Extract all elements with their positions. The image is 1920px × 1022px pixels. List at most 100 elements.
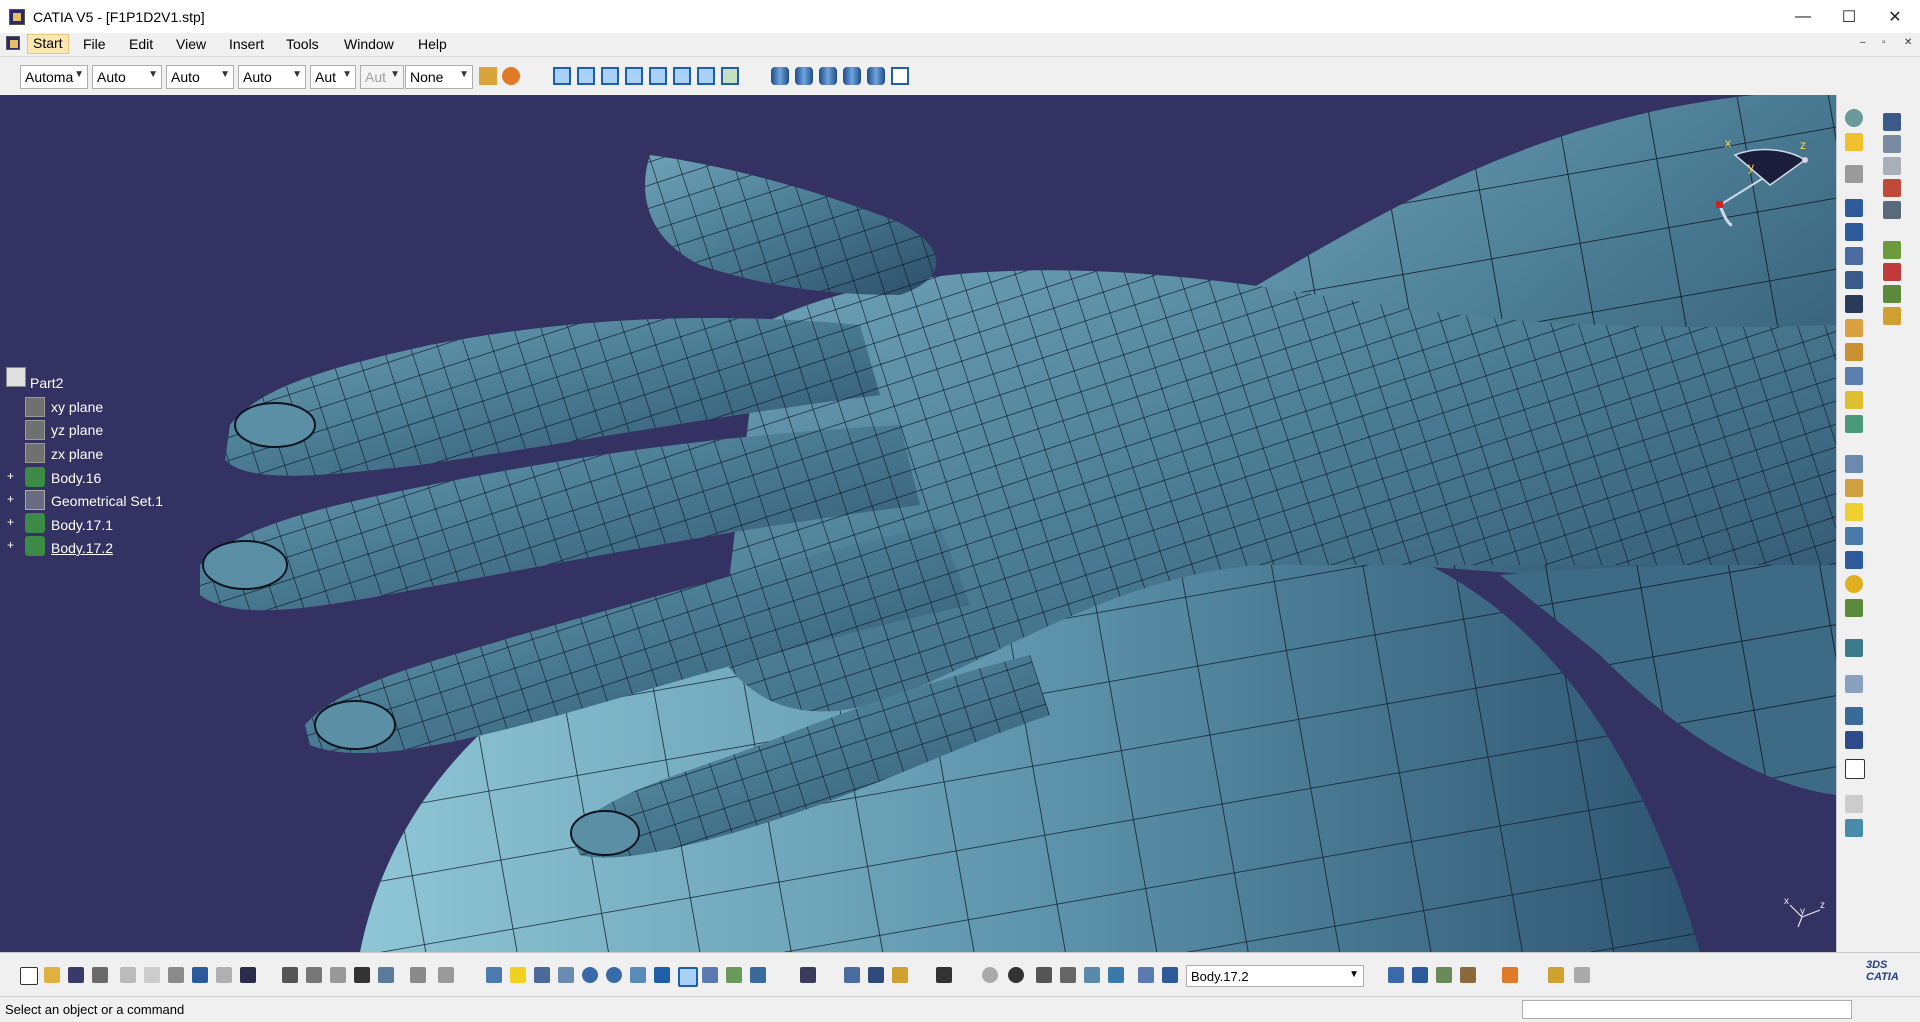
- fill-color-combo[interactable]: Automa ▼: [20, 65, 88, 89]
- part-icon[interactable]: [6, 367, 26, 387]
- fly-mode-icon[interactable]: [486, 967, 502, 983]
- hide-show-icon[interactable]: [410, 967, 426, 983]
- create-multi-view-icon[interactable]: [726, 967, 742, 983]
- menu-help[interactable]: Help: [418, 36, 447, 52]
- hide-show-view-icon[interactable]: [750, 967, 766, 983]
- knowledge-icon[interactable]: [1883, 285, 1901, 303]
- sketch-icon[interactable]: [1845, 165, 1863, 183]
- grid-icon[interactable]: [1060, 967, 1076, 983]
- axis-system-icon[interactable]: [1883, 201, 1901, 219]
- wireframe-icon[interactable]: [843, 67, 861, 85]
- rotate-icon[interactable]: [558, 967, 574, 983]
- dynamic-hidden-line-icon[interactable]: [867, 67, 885, 85]
- split-icon[interactable]: [1845, 639, 1863, 657]
- menu-start[interactable]: Start: [27, 34, 69, 54]
- print-icon[interactable]: [92, 967, 108, 983]
- loft-icon[interactable]: [1845, 391, 1863, 409]
- catia-app-icon[interactable]: [9, 9, 25, 25]
- tree-node-body-17-2[interactable]: Body.17.2: [51, 540, 113, 556]
- define-in-work-object-icon[interactable]: [1162, 967, 1178, 983]
- insert-geometrical-set-icon[interactable]: [1412, 967, 1428, 983]
- maximize-button[interactable]: ☐: [1826, 0, 1872, 33]
- comment-icon[interactable]: [306, 967, 322, 983]
- thickness-icon[interactable]: [1845, 551, 1863, 569]
- hand-tool-icon[interactable]: [1008, 967, 1024, 983]
- analysis-icon[interactable]: [1883, 157, 1901, 175]
- insert-ordered-set-icon[interactable]: [1436, 967, 1452, 983]
- tree-node-yz-plane[interactable]: yz plane: [51, 422, 103, 438]
- multi-view-icon[interactable]: [654, 967, 670, 983]
- shading-with-edges-icon[interactable]: [795, 67, 813, 85]
- menu-file[interactable]: File: [83, 36, 106, 52]
- work-on-support-icon[interactable]: [1138, 967, 1154, 983]
- edge-fillet-icon[interactable]: [1845, 455, 1863, 473]
- design-table-icon[interactable]: [354, 967, 370, 983]
- bottom-view-icon[interactable]: [697, 67, 715, 85]
- document-icon[interactable]: [6, 36, 20, 50]
- draft-icon[interactable]: [1845, 503, 1863, 521]
- measure-inertia-icon[interactable]: [892, 967, 908, 983]
- close-button[interactable]: ✕: [1872, 0, 1918, 33]
- 3d-viewport[interactable]: Part2 xy plane yz plane zx plane + Body.…: [0, 95, 1836, 952]
- slot-icon[interactable]: [1845, 343, 1863, 361]
- boolean-operations-icon[interactable]: [1845, 795, 1863, 813]
- pocket-icon[interactable]: [1845, 223, 1863, 241]
- macro-icon[interactable]: [1883, 307, 1901, 325]
- line-thickness-combo[interactable]: Auto ▼: [166, 65, 234, 89]
- pad-icon[interactable]: [1845, 199, 1863, 217]
- rectangular-pattern-icon[interactable]: [1845, 731, 1863, 749]
- graphic-properties-icon[interactable]: [502, 67, 520, 85]
- menu-window[interactable]: Window: [344, 36, 394, 52]
- stiffener-icon[interactable]: [1845, 367, 1863, 385]
- hole-icon[interactable]: [1845, 295, 1863, 313]
- translation-icon[interactable]: [1845, 675, 1863, 693]
- expand-icon[interactable]: +: [7, 539, 16, 551]
- cut-icon[interactable]: [120, 967, 136, 983]
- select-arrow-icon[interactable]: [1845, 133, 1863, 151]
- top-view-icon[interactable]: [673, 67, 691, 85]
- zoom-in-icon[interactable]: [582, 967, 598, 983]
- measure-between-icon[interactable]: [844, 967, 860, 983]
- measure-item-icon[interactable]: [868, 967, 884, 983]
- measure-icon[interactable]: [1883, 135, 1901, 153]
- current-body-combo[interactable]: Body.17.2 ▼: [1186, 965, 1364, 987]
- insert-sketch-icon[interactable]: [1460, 967, 1476, 983]
- isometric-view-icon[interactable]: [553, 67, 571, 85]
- shading-icon[interactable]: [771, 67, 789, 85]
- normal-view-icon[interactable]: [630, 967, 646, 983]
- 3d-compass-icon[interactable]: [1108, 967, 1124, 983]
- menu-insert[interactable]: Insert: [229, 36, 264, 52]
- painter-icon[interactable]: [479, 67, 497, 85]
- mdi-minimize-button[interactable]: –: [1860, 37, 1866, 48]
- groove-icon[interactable]: [1845, 271, 1863, 289]
- formula-icon[interactable]: [282, 967, 298, 983]
- front-view-icon[interactable]: [577, 67, 595, 85]
- constraint-icon[interactable]: [1883, 113, 1901, 131]
- save-icon[interactable]: [68, 967, 84, 983]
- catalog-browser-icon[interactable]: [1548, 967, 1564, 983]
- view-mode-icon[interactable]: [702, 967, 718, 983]
- knowledge-advisor-icon[interactable]: [330, 967, 346, 983]
- line-type-combo[interactable]: Auto ▼: [238, 65, 306, 89]
- paste-icon[interactable]: [168, 967, 184, 983]
- mdi-restore-button[interactable]: ▫: [1882, 37, 1886, 48]
- shading-hidden-edges-icon[interactable]: [819, 67, 837, 85]
- update-icon[interactable]: [800, 967, 816, 983]
- render-icon[interactable]: [1883, 263, 1901, 281]
- open-file-icon[interactable]: [44, 967, 60, 983]
- transparency-combo[interactable]: Auto ▼: [92, 65, 162, 89]
- graphic-properties-painter-icon[interactable]: [1502, 967, 1518, 983]
- customize-view-icon[interactable]: [891, 67, 909, 85]
- undo-icon[interactable]: [192, 967, 208, 983]
- expand-icon[interactable]: +: [7, 470, 16, 482]
- compass-widget[interactable]: x y z: [1700, 125, 1820, 235]
- law-icon[interactable]: [378, 967, 394, 983]
- menu-view[interactable]: View: [176, 36, 206, 52]
- swap-visible-space-icon[interactable]: [438, 967, 454, 983]
- point-type-combo[interactable]: Aut ▼: [310, 65, 356, 89]
- zoom-out-icon[interactable]: [606, 967, 622, 983]
- new-file-icon[interactable]: [20, 967, 38, 985]
- redo-icon[interactable]: [216, 967, 232, 983]
- copy-icon[interactable]: [144, 967, 160, 983]
- layer-combo[interactable]: None ▼: [405, 65, 473, 89]
